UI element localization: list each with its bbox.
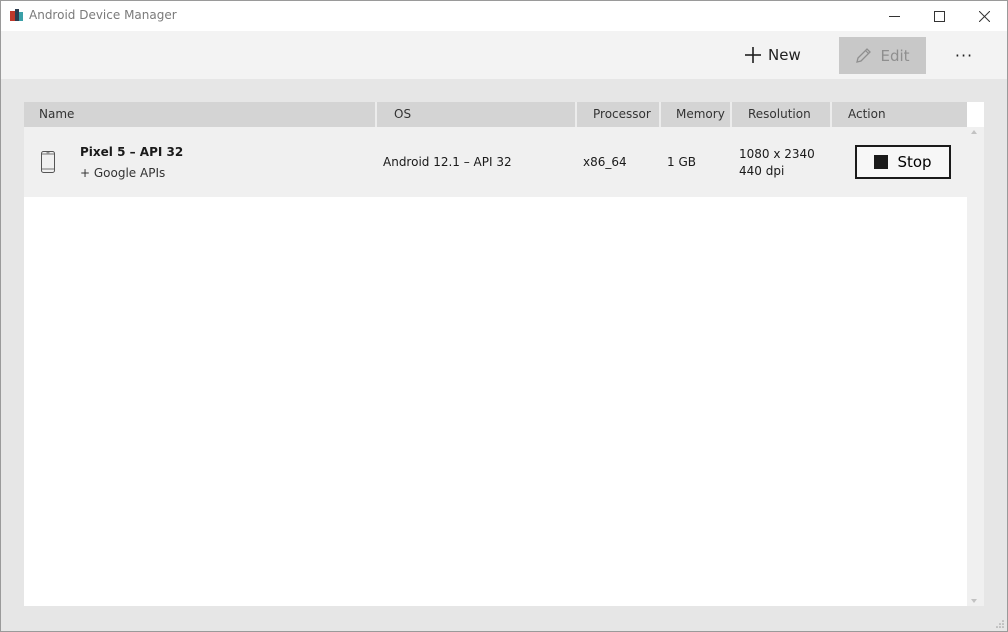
more-options-button[interactable]: ··· [950, 42, 978, 68]
column-header-action[interactable]: Action [832, 102, 967, 127]
scroll-down-arrow-icon[interactable] [971, 599, 977, 603]
device-processor: x86_64 [583, 155, 627, 169]
minimize-icon [888, 15, 900, 17]
plus-icon [745, 47, 761, 63]
pencil-icon [856, 48, 872, 63]
maximize-icon [933, 10, 945, 22]
android-device-manager-icon [10, 9, 23, 21]
edit-button[interactable]: Edit [839, 37, 926, 74]
resize-grip-icon[interactable] [995, 619, 1005, 629]
table-row[interactable]: Pixel 5 – API 32 + Google APIs Android 1… [24, 127, 967, 197]
stop-button[interactable]: Stop [855, 145, 951, 179]
stop-button-label: Stop [897, 153, 932, 171]
new-button-label: New [768, 46, 801, 64]
close-button[interactable] [961, 1, 1007, 31]
new-button[interactable]: New [745, 42, 801, 68]
column-header-name[interactable]: Name [24, 102, 377, 127]
device-resolution: 1080 x 2340 [739, 147, 815, 161]
app-window: Android Device Manager New Edit ··· Name… [0, 0, 1008, 632]
device-memory: 1 GB [667, 155, 696, 169]
column-header-os[interactable]: OS [377, 102, 577, 127]
toolbar: New Edit ··· [1, 31, 1007, 79]
edit-button-label: Edit [880, 46, 910, 65]
device-list: Name OS Processor Memory Resolution Acti… [24, 102, 984, 606]
vertical-scrollbar[interactable] [967, 127, 984, 606]
column-header-processor[interactable]: Processor [577, 102, 661, 127]
window-title: Android Device Manager [29, 8, 177, 22]
device-os: Android 12.1 – API 32 [383, 155, 512, 169]
maximize-button[interactable] [916, 1, 962, 31]
more-options-icon: ··· [954, 45, 974, 65]
device-name: Pixel 5 – API 32 [80, 145, 184, 159]
title-bar[interactable]: Android Device Manager [1, 1, 1007, 31]
scroll-up-arrow-icon[interactable] [971, 130, 977, 134]
minimize-button[interactable] [871, 1, 917, 31]
phone-icon [41, 151, 55, 173]
stop-icon [874, 155, 889, 169]
device-subtitle: + Google APIs [80, 166, 166, 180]
column-header-memory[interactable]: Memory [661, 102, 732, 127]
column-header-resolution[interactable]: Resolution [732, 102, 832, 127]
device-density: 440 dpi [739, 164, 785, 178]
table-header: Name OS Processor Memory Resolution Acti… [24, 102, 967, 127]
close-icon [978, 10, 990, 22]
